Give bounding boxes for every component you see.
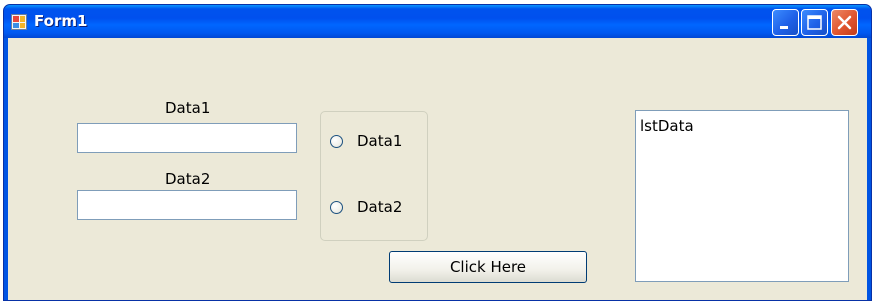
data1-label: Data1	[165, 99, 211, 117]
radio-group	[320, 111, 428, 241]
data1-radio[interactable]	[330, 135, 343, 148]
data2-textbox[interactable]	[77, 190, 297, 220]
form-app-icon[interactable]	[11, 14, 27, 30]
window-title: Form1	[34, 12, 88, 30]
data-listbox[interactable]: lstData	[635, 110, 849, 282]
form-client-area: Data1 Data2 Data1 Data2 Click Here lstDa…	[8, 38, 867, 300]
data1-radio-label[interactable]: Data1	[357, 132, 402, 150]
click-here-button[interactable]: Click Here	[389, 251, 587, 283]
maximize-button[interactable]	[801, 9, 828, 36]
list-item[interactable]: lstData	[640, 117, 694, 135]
data2-radio-label[interactable]: Data2	[357, 198, 402, 216]
data2-label: Data2	[165, 170, 211, 188]
title-bar[interactable]: Form1	[4, 5, 871, 38]
form1-window: Form1 Data1 Data2 Data1 Data2 Click Here…	[3, 4, 872, 301]
close-icon	[837, 15, 852, 30]
minimize-button[interactable]	[772, 9, 799, 36]
data2-radio[interactable]	[330, 201, 343, 214]
maximize-icon	[807, 15, 822, 30]
minimize-icon	[780, 26, 788, 29]
close-button[interactable]	[831, 9, 858, 36]
data1-textbox[interactable]	[77, 123, 297, 153]
